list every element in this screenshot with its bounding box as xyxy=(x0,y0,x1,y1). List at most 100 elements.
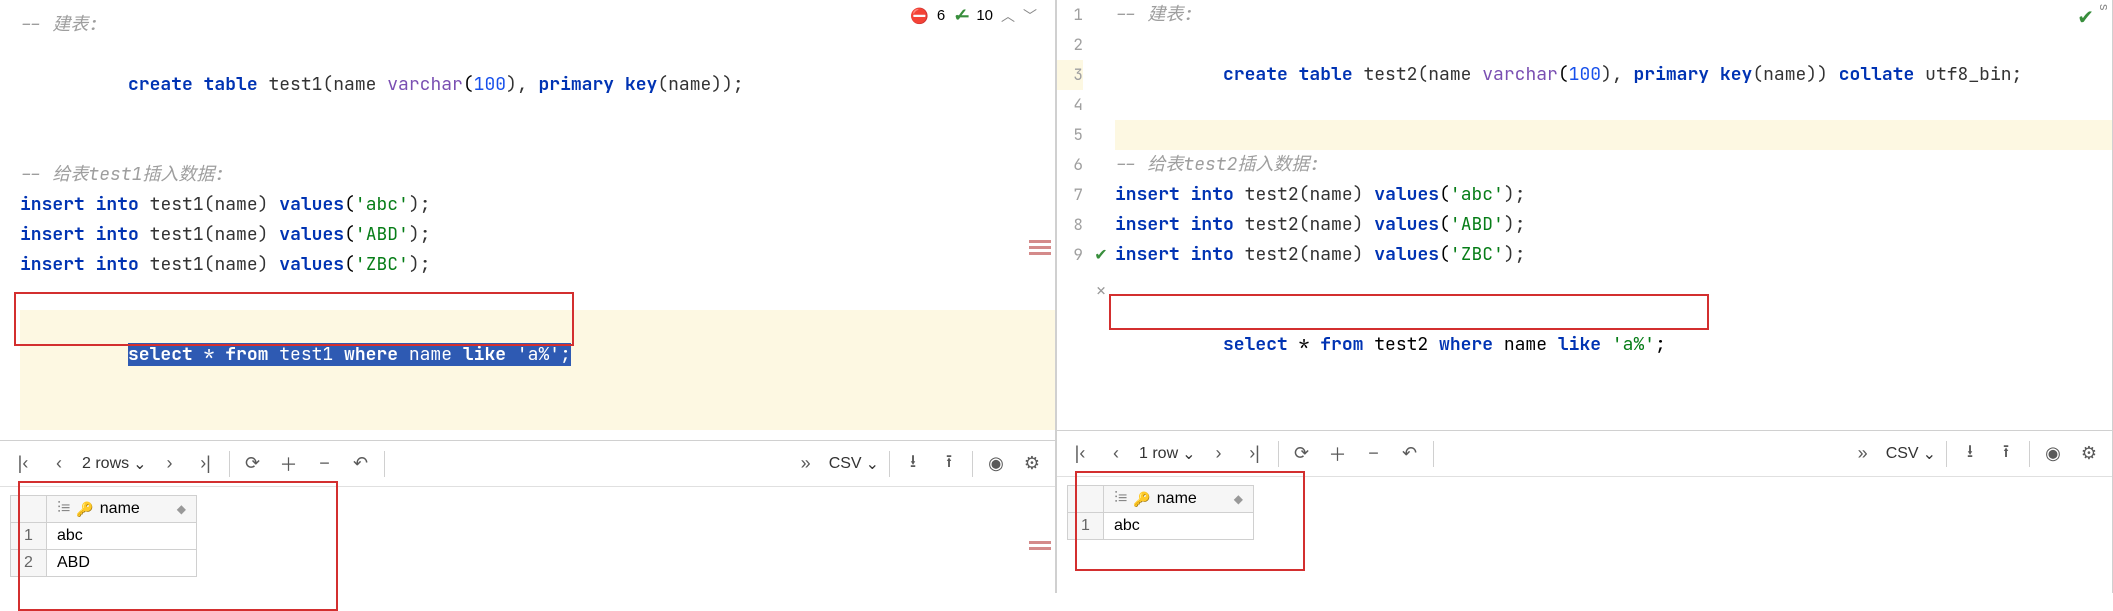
ident: utf8_bin; xyxy=(1925,63,2022,86)
sp xyxy=(1601,333,1612,356)
remove-row-button[interactable]: − xyxy=(308,447,342,481)
run-gutter-icon[interactable]: ✔ xyxy=(1094,240,1107,270)
prev-page-button[interactable]: ‹ xyxy=(1099,437,1133,471)
left-table-area: ⫶≡ 🔑 name ◆ 1 abc 2 ABD xyxy=(0,487,1055,585)
ident: test2(name) xyxy=(1245,183,1364,206)
kw-from: from xyxy=(225,343,268,366)
more-button[interactable]: » xyxy=(1846,437,1880,471)
rows-label[interactable]: 2 rows ⌄ xyxy=(78,454,151,474)
num: 100 xyxy=(474,73,506,96)
kw-into: into xyxy=(1191,213,1234,236)
kw-from: from xyxy=(1320,333,1363,356)
ident: test1(name) xyxy=(150,193,269,216)
revert-button[interactable]: ↶ xyxy=(344,447,378,481)
close-gutter-icon[interactable]: ✕ xyxy=(1096,276,1106,306)
kw-insert: insert xyxy=(1115,243,1180,266)
rows-count-text: 1 row xyxy=(1139,445,1178,463)
kw-primary: primary xyxy=(1633,63,1709,86)
settings-button[interactable]: ⚙ xyxy=(1015,447,1049,481)
download-button[interactable]: ⭳ xyxy=(1953,437,1987,471)
right-editor[interactable]: ✔ 1 2 3 4 5 6 7 8 9 ✔ ✕ -- 建表: xyxy=(1057,0,2112,430)
reload-button[interactable]: ⟳ xyxy=(1285,437,1319,471)
left-pane: ⛔ 6 ✓̶ 10 ︿ ﹀ -- 建表: create table test1(… xyxy=(0,0,1056,593)
remove-row-button[interactable]: − xyxy=(1357,437,1391,471)
str: 'abc' xyxy=(355,193,409,216)
add-row-button[interactable]: ＋ xyxy=(272,447,306,481)
selected-query: select * from test1 where name like 'a%'… xyxy=(128,343,571,366)
revert-button[interactable]: ↶ xyxy=(1393,437,1427,471)
line-number: 3 xyxy=(1057,60,1083,90)
kw-select: select xyxy=(1223,333,1288,356)
ident: ; xyxy=(1655,333,1666,356)
download-button[interactable]: ⭳ xyxy=(896,447,930,481)
kw-insert: insert xyxy=(1115,183,1180,206)
add-row-button[interactable]: ＋ xyxy=(1321,437,1355,471)
view-button[interactable]: ◉ xyxy=(979,447,1013,481)
ident: ), xyxy=(1601,63,1633,86)
upload-button[interactable]: ⭱ xyxy=(1989,437,2023,471)
first-page-button[interactable]: |‹ xyxy=(6,447,40,481)
kw-into: into xyxy=(1191,183,1234,206)
upload-button[interactable]: ⭱ xyxy=(932,447,966,481)
ident: test2(name) xyxy=(1245,213,1364,236)
str: 'ABD' xyxy=(355,223,409,246)
kw-primary: primary xyxy=(538,73,614,96)
last-page-button[interactable]: ›| xyxy=(1238,437,1272,471)
annotation-box xyxy=(1109,294,1709,330)
ident: test1(name) xyxy=(150,253,269,276)
gutter: 1 2 3 4 5 6 7 8 9 xyxy=(1057,0,1095,420)
kw-into: into xyxy=(96,223,139,246)
last-page-button[interactable]: ›| xyxy=(189,447,223,481)
reload-button[interactable]: ⟳ xyxy=(236,447,270,481)
ident: ); xyxy=(409,253,431,276)
kw-select: select xyxy=(128,343,193,366)
ident: ); xyxy=(409,193,431,216)
ident: ); xyxy=(409,223,431,246)
export-format-selector[interactable]: CSV ⌄ xyxy=(825,454,883,474)
ident: name xyxy=(398,343,463,366)
rows-label[interactable]: 1 row ⌄ xyxy=(1135,444,1200,464)
str: 'a%' xyxy=(1612,333,1655,356)
annotation-box xyxy=(1075,471,1305,571)
ident: ); xyxy=(1504,213,1526,236)
right-code-area[interactable]: 1 2 3 4 5 6 7 8 9 ✔ ✕ -- 建表: create tabl… xyxy=(1057,0,2112,420)
ident: ; xyxy=(560,343,571,366)
kw-table: table xyxy=(1299,63,1353,86)
prev-page-button[interactable]: ‹ xyxy=(42,447,76,481)
export-format-selector[interactable]: CSV ⌄ xyxy=(1882,444,1940,464)
more-button[interactable]: » xyxy=(789,447,823,481)
view-button[interactable]: ◉ xyxy=(2036,437,2070,471)
kw-create: create xyxy=(1223,63,1288,86)
str: 'ZBC' xyxy=(1450,243,1504,266)
kw-create: create xyxy=(128,73,193,96)
side-label: s xyxy=(2097,4,2112,11)
left-editor[interactable]: ⛔ 6 ✓̶ 10 ︿ ﹀ -- 建表: create table test1(… xyxy=(0,0,1055,440)
left-result-panel: |‹ ‹ 2 rows ⌄ › ›| ⟳ ＋ − ↶ » CSV ⌄ ⭳ ⭱ ◉… xyxy=(0,440,1055,593)
settings-button[interactable]: ⚙ xyxy=(2072,437,2106,471)
left-code-area[interactable]: -- 建表: create table test1(name varchar(1… xyxy=(0,10,1055,430)
next-page-button[interactable]: › xyxy=(1202,437,1236,471)
kw-values: values xyxy=(279,253,344,276)
str: 'ABD' xyxy=(1450,213,1504,236)
first-page-button[interactable]: |‹ xyxy=(1063,437,1097,471)
right-result-panel: |‹ ‹ 1 row ⌄ › ›| ⟳ ＋ − ↶ » CSV ⌄ ⭳ ⭱ ◉ … xyxy=(1057,430,2112,593)
line-number: 9 xyxy=(1057,240,1083,270)
kw-values: values xyxy=(279,223,344,246)
kw-insert: insert xyxy=(20,253,85,276)
next-page-button[interactable]: › xyxy=(153,447,187,481)
left-change-gutter xyxy=(0,10,12,430)
line-number: 4 xyxy=(1057,90,1083,120)
fn-varchar: varchar xyxy=(387,73,463,96)
line-number: 2 xyxy=(1057,30,1083,60)
ident: ); xyxy=(1504,243,1526,266)
ident: ); xyxy=(1504,183,1526,206)
csv-text: CSV xyxy=(1886,445,1919,463)
kw-like: like xyxy=(1558,333,1601,356)
ident: test1 xyxy=(268,343,344,366)
chevron-down-icon: ⌄ xyxy=(133,454,146,474)
ident: test2(name) xyxy=(1245,243,1364,266)
ident: (name)) xyxy=(1752,63,1838,86)
ident: test2(name xyxy=(1363,63,1471,86)
kw-where: where xyxy=(1439,333,1493,356)
kw-table: table xyxy=(204,73,258,96)
